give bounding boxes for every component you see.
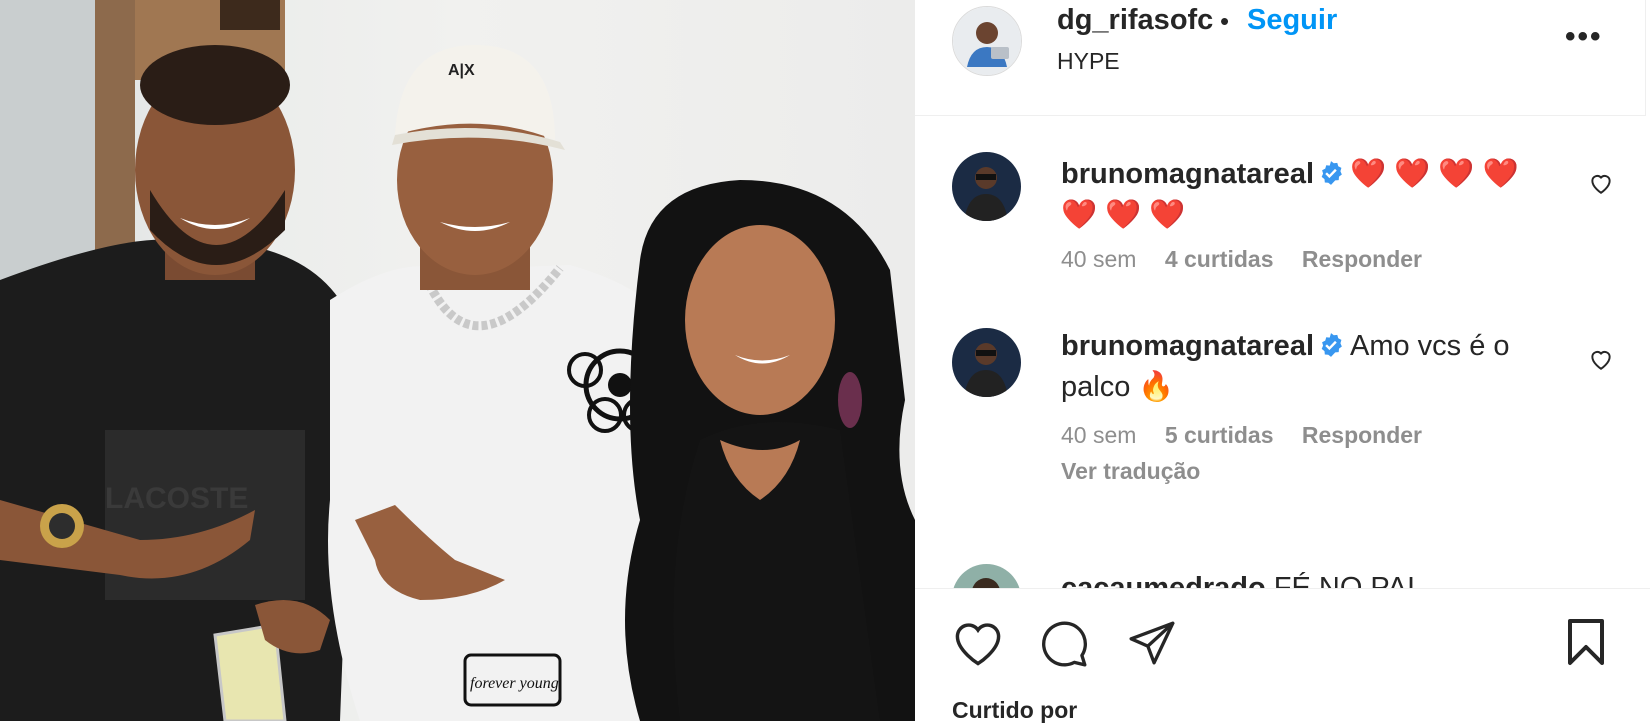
- comment-like-icon[interactable]: [1588, 170, 1614, 196]
- header-separator: •: [1220, 6, 1230, 36]
- author-avatar-image: [953, 7, 1021, 75]
- post-actions-bar: Curtido por: [915, 588, 1650, 724]
- liked-by-text[interactable]: Curtido por: [952, 697, 1077, 724]
- more-options-icon[interactable]: •••: [1565, 22, 1605, 52]
- shirt-print-text: forever young: [470, 675, 559, 692]
- cap-logo-text: A|X: [448, 62, 475, 79]
- post-photo[interactable]: LACOSTE forever young A|X: [0, 0, 915, 721]
- comment-username[interactable]: brunomagnatareal: [1061, 330, 1314, 362]
- see-translation-link[interactable]: Ver tradução: [1061, 458, 1200, 485]
- comment-username[interactable]: cacaumedrado: [1061, 572, 1266, 588]
- comment-age[interactable]: 40 sem: [1061, 422, 1136, 448]
- commenter-avatar[interactable]: [952, 152, 1021, 221]
- post-location[interactable]: HYPE: [1057, 48, 1120, 75]
- shirt-brand-text: LACOSTE: [105, 482, 248, 515]
- comment-text: FÉ NO PAI: [1273, 572, 1416, 588]
- comment-age[interactable]: 40 sem: [1061, 246, 1136, 272]
- comment-meta: 40 sem 5 curtidas Responder: [1061, 422, 1444, 449]
- comment-body: cacaumedrado FÉ NO PAI: [1061, 568, 1541, 588]
- comment-meta: 40 sem 4 curtidas Responder: [1061, 246, 1444, 273]
- reply-button[interactable]: Responder: [1302, 246, 1422, 272]
- author-username[interactable]: dg_rifasofc: [1057, 4, 1213, 37]
- follow-button[interactable]: Seguir: [1247, 4, 1337, 37]
- share-send-icon[interactable]: [1127, 619, 1177, 667]
- comment-likes[interactable]: 4 curtidas: [1165, 246, 1274, 272]
- reply-button[interactable]: Responder: [1302, 422, 1422, 448]
- comment-like-icon[interactable]: [1588, 346, 1614, 372]
- commenter-avatar-image: [952, 152, 1021, 221]
- like-heart-icon[interactable]: [952, 619, 1004, 667]
- post-header: dg_rifasofc • Seguir HYPE •••: [915, 0, 1646, 116]
- comment-username[interactable]: brunomagnatareal: [1061, 158, 1314, 190]
- comment-body: brunomagnatareal Amo vcs é o palco 🔥: [1061, 326, 1541, 408]
- commenter-avatar[interactable]: [952, 564, 1021, 588]
- commenter-avatar-image: [952, 328, 1021, 397]
- comment-body: brunomagnatareal ❤️ ❤️ ❤️ ❤️ ❤️ ❤️ ❤️: [1061, 154, 1541, 236]
- comment-likes[interactable]: 5 curtidas: [1165, 422, 1274, 448]
- commenter-avatar-image: [952, 564, 1021, 588]
- comment-bubble-icon[interactable]: [1039, 619, 1089, 669]
- save-bookmark-icon[interactable]: [1565, 619, 1607, 667]
- verified-badge-icon: [1321, 161, 1342, 186]
- verified-badge-icon: [1321, 333, 1342, 358]
- comments-list[interactable]: brunomagnatareal ❤️ ❤️ ❤️ ❤️ ❤️ ❤️ ❤️ 40 …: [915, 116, 1650, 588]
- author-avatar[interactable]: [952, 6, 1022, 76]
- post-sidebar: dg_rifasofc • Seguir HYPE ••• brunomagna…: [915, 0, 1650, 724]
- commenter-avatar[interactable]: [952, 328, 1021, 397]
- post-photo-illustration: LACOSTE forever young A|X: [0, 0, 915, 721]
